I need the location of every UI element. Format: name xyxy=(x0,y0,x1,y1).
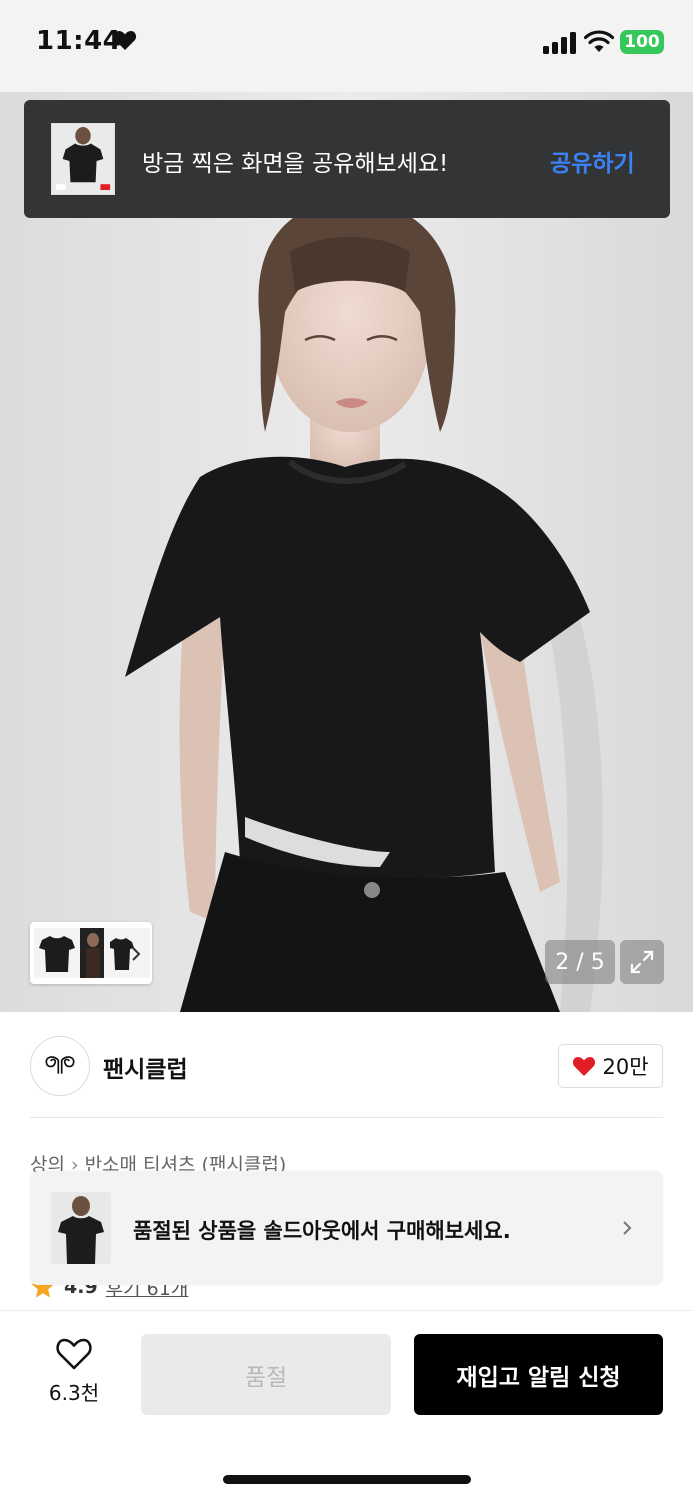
restock-alert-label: 재입고 알림 신청 xyxy=(456,1364,621,1391)
battery-icon: 100 xyxy=(620,30,664,54)
screenshot-thumbnail[interactable] xyxy=(51,123,115,195)
brand-row: 팬시클럽 20만 xyxy=(0,1012,693,1118)
brand-name[interactable]: 팬시클럽 xyxy=(103,1050,188,1084)
home-indicator xyxy=(223,1475,471,1484)
wifi-icon xyxy=(584,30,614,52)
status-bar: 11:44 100 xyxy=(0,0,693,92)
expand-button[interactable] xyxy=(620,940,664,984)
wishlist-button[interactable]: 6.3천 xyxy=(40,1337,108,1409)
divider xyxy=(30,1117,663,1118)
soldout-button: 품절 xyxy=(141,1334,391,1415)
product-photo xyxy=(0,92,693,1012)
pager-text: 2 / 5 xyxy=(555,949,605,975)
share-button[interactable]: 공유하기 xyxy=(550,144,635,178)
heart-filled-icon xyxy=(573,1057,596,1076)
heart-icon xyxy=(113,31,137,50)
chevron-right-icon[interactable] xyxy=(129,944,143,964)
soldout-button-label: 품절 xyxy=(244,1364,288,1391)
signal-icon xyxy=(543,32,576,54)
brand-logo[interactable] xyxy=(30,1036,90,1096)
brand-like-count: 20만 xyxy=(602,1055,649,1079)
product-image-gallery[interactable]: 2 / 5 xyxy=(0,92,693,1012)
status-time: 11:44 xyxy=(36,26,122,56)
brand-like-button[interactable]: 20만 xyxy=(558,1044,663,1088)
share-toast: 방금 찍은 화면을 공유해보세요! 공유하기 xyxy=(24,100,670,218)
chevron-right-icon xyxy=(623,1221,632,1235)
thumbnail-front[interactable] xyxy=(34,928,80,978)
brand-logo-mark xyxy=(45,1056,75,1074)
wishlist-count: 6.3천 xyxy=(48,1381,100,1405)
battery-level: 100 xyxy=(624,32,660,52)
soldout-banner[interactable]: 품절된 상품을 솔드아웃에서 구매해보세요. xyxy=(30,1171,663,1285)
share-message: 방금 찍은 화면을 공유해보세요! xyxy=(142,151,449,177)
soldout-banner-thumbnail xyxy=(51,1192,111,1264)
expand-icon xyxy=(630,950,654,974)
soldout-banner-message: 품절된 상품을 솔드아웃에서 구매해보세요. xyxy=(133,1219,511,1243)
bottom-bar-divider xyxy=(0,1310,693,1311)
restock-alert-button[interactable]: 재입고 알림 신청 xyxy=(414,1334,663,1415)
heart-outline-icon xyxy=(56,1338,92,1370)
gallery-pager: 2 / 5 xyxy=(545,940,615,984)
